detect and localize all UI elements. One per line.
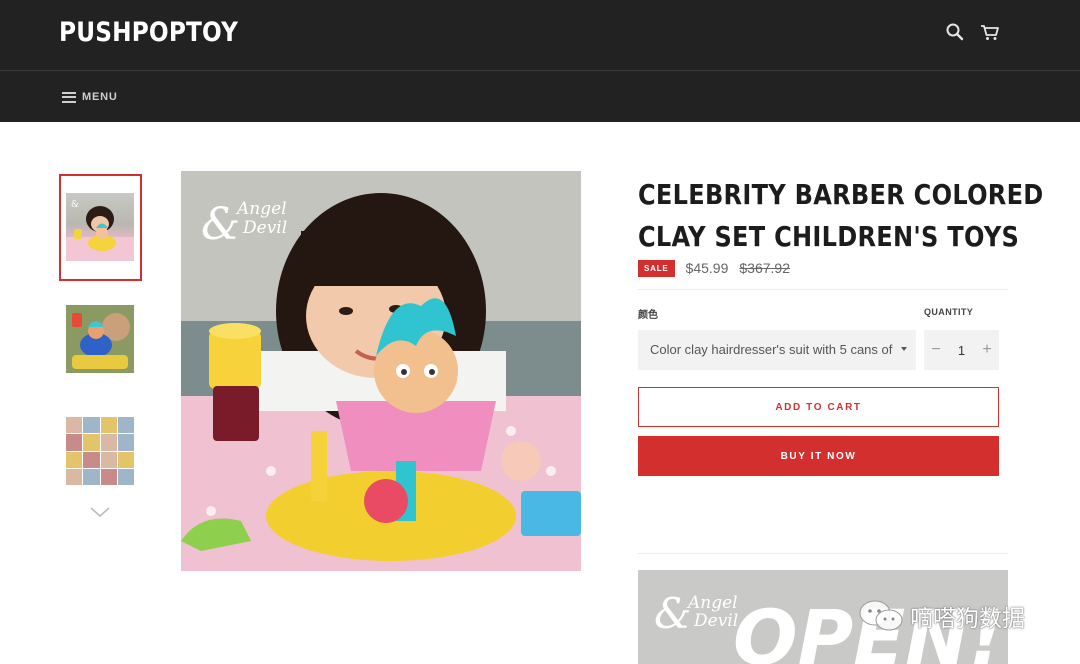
- overlay-watermark: 嘀嗒狗数据: [858, 596, 1025, 636]
- product-title-line-2: CLAY SET CHILDREN'S TOYS: [638, 220, 1020, 253]
- thumbnail-image-1[interactable]: &: [66, 193, 134, 261]
- sale-badge: SALE: [638, 259, 675, 277]
- chat-bubble-icon: [859, 600, 903, 631]
- hamburger-icon: [62, 91, 76, 103]
- cart-icon[interactable]: [980, 22, 1000, 42]
- product-title: CELEBRITY BARBER COLORED CLAY SET CHILDR…: [638, 174, 1044, 258]
- desc-watermark-angel: Angel: [686, 593, 738, 613]
- current-price: $45.99: [685, 260, 729, 276]
- divider: [638, 553, 1008, 554]
- quantity-minus-button[interactable]: −: [924, 330, 948, 370]
- quantity-plus-button[interactable]: +: [975, 330, 999, 370]
- svg-text:&: &: [71, 200, 79, 210]
- quantity-label: QUANTITY: [924, 307, 974, 317]
- product-title-line-1: CELEBRITY BARBER COLORED: [638, 178, 1044, 211]
- color-select-value: Color clay hairdresser's suit with 5 can…: [650, 342, 893, 357]
- add-to-cart-button[interactable]: ADD TO CART: [638, 387, 999, 427]
- buy-it-now-button[interactable]: BUY IT NOW: [638, 436, 999, 476]
- thumbnail-image-2[interactable]: [66, 305, 134, 373]
- watermark-angel: Angel: [235, 199, 287, 219]
- menu-label: MENU: [82, 91, 118, 103]
- store-logo[interactable]: PUSHPOPTOY: [59, 17, 238, 48]
- chevron-down-icon[interactable]: [89, 505, 111, 519]
- search-icon[interactable]: [945, 22, 965, 42]
- site-header: PUSHPOPTOY: [0, 0, 1080, 70]
- divider: [638, 289, 1008, 290]
- desc-watermark-devil: Devil: [693, 611, 738, 631]
- quantity-stepper[interactable]: − 1 +: [924, 330, 999, 370]
- price-row: SALE $45.99 $367.92: [638, 259, 790, 277]
- svg-text:&: &: [201, 199, 240, 250]
- watermark-devil: Devil: [242, 218, 287, 238]
- svg-text:&: &: [654, 589, 691, 638]
- thumbnail-image-3[interactable]: [66, 417, 134, 485]
- compare-price: $367.92: [739, 260, 790, 276]
- caret-down-icon: [901, 347, 907, 351]
- overlay-watermark-text: 嘀嗒狗数据: [910, 606, 1025, 632]
- quantity-value[interactable]: 1: [948, 343, 975, 358]
- thumbnail-collage: [66, 417, 134, 485]
- main-product-image[interactable]: & Angel Devil: [181, 171, 581, 571]
- color-label: 颜色: [638, 310, 658, 321]
- color-select[interactable]: Color clay hairdresser's suit with 5 can…: [638, 330, 916, 370]
- menu-button[interactable]: MENU: [62, 89, 118, 105]
- nav-bar: MENU: [0, 70, 1080, 122]
